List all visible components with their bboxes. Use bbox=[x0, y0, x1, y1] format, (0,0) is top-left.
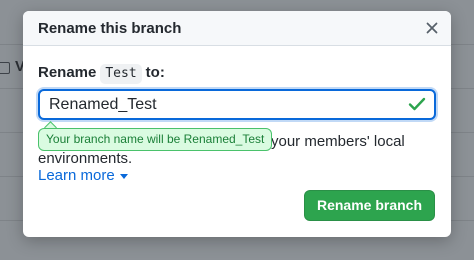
book-icon bbox=[0, 62, 10, 74]
rename-label-suffix: to: bbox=[145, 64, 165, 81]
learn-more-link[interactable]: Learn more bbox=[38, 167, 128, 184]
rename-branch-dialog: Rename this branch RenameTestto: your me… bbox=[23, 11, 451, 237]
learn-more-label: Learn more bbox=[38, 167, 115, 184]
description-line-1: your members' local bbox=[271, 133, 405, 150]
dialog-title: Rename this branch bbox=[38, 20, 182, 37]
description-line-2: environments. bbox=[38, 150, 133, 167]
close-icon[interactable] bbox=[423, 19, 441, 37]
rename-label: Rename Test to: bbox=[38, 63, 165, 84]
branch-name-input[interactable] bbox=[38, 89, 436, 120]
rename-branch-button[interactable]: Rename branch bbox=[304, 190, 435, 221]
branch-name-tooltip: Your branch name will be Renamed_Test bbox=[38, 128, 273, 151]
current-branch-name: Test bbox=[100, 64, 142, 84]
check-icon bbox=[408, 96, 426, 112]
dialog-header: Rename this branch bbox=[23, 11, 451, 46]
caret-down-icon bbox=[119, 173, 128, 179]
rename-label-prefix: Rename bbox=[38, 64, 97, 81]
